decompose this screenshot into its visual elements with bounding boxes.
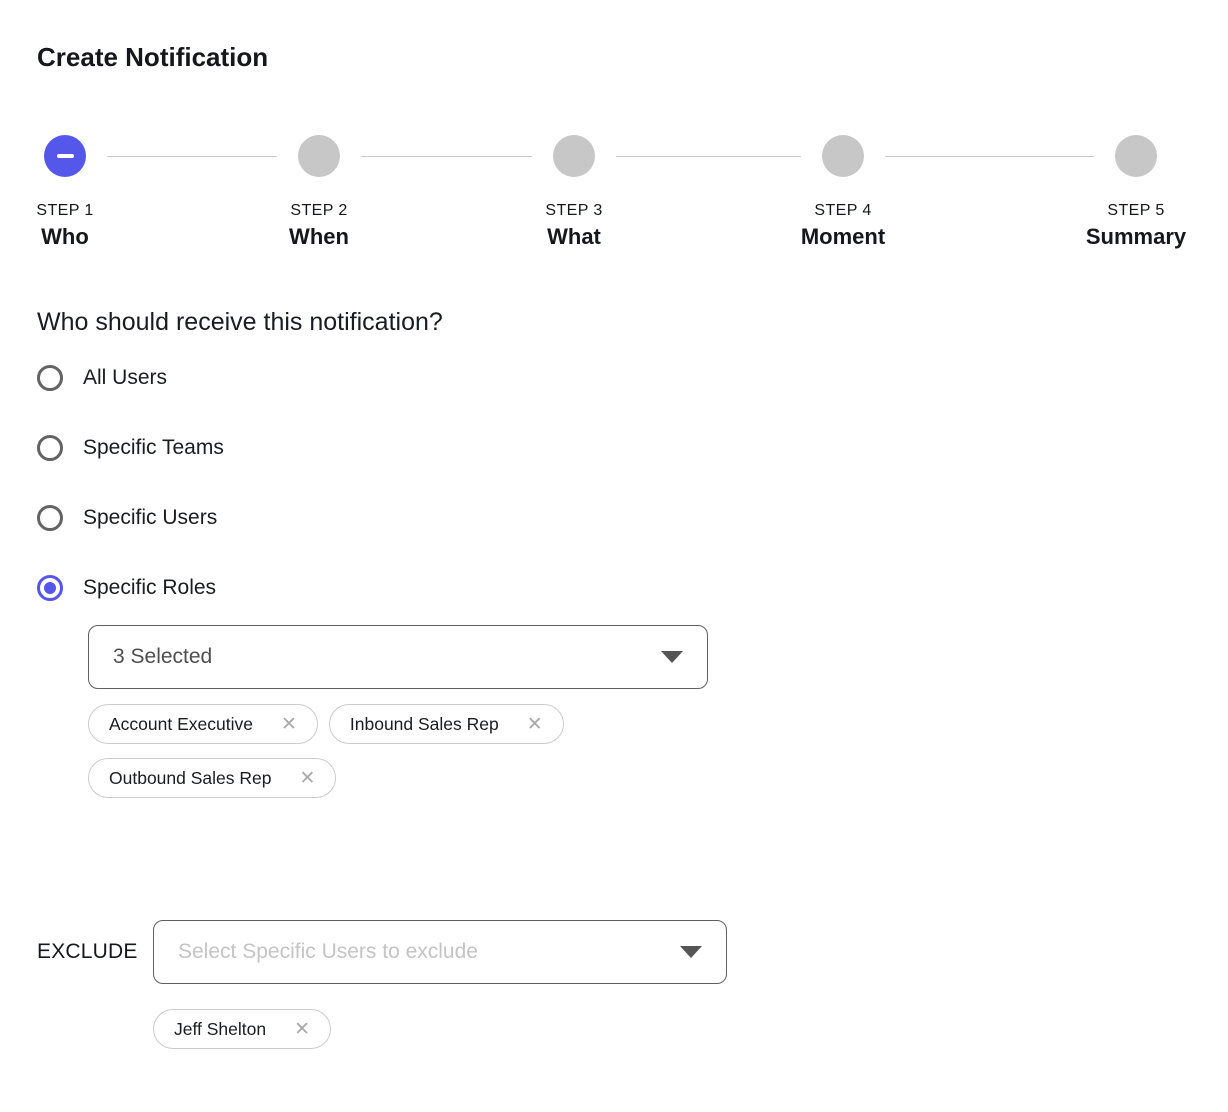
step-3-label: STEP 3 [545,202,602,220]
exclude-dropdown-placeholder: Select Specific Users to exclude [178,940,478,964]
step-5-name: Summary [1086,224,1186,250]
radio-specific-teams[interactable]: Specific Teams [37,435,1198,461]
radio-dot [44,372,56,384]
step-4-label: STEP 4 [814,202,871,220]
radio-specific-users[interactable]: Specific Users [37,505,1198,531]
selected-roles-chips: Account Executive ✕ Inbound Sales Rep ✕ … [88,704,718,798]
radio-label: Specific Teams [83,436,224,460]
step-connector [885,156,1094,157]
radio-button-icon[interactable] [37,505,63,531]
remove-icon[interactable]: ✕ [281,715,297,734]
step-4-name: Moment [801,224,885,250]
chip-label: Inbound Sales Rep [350,714,499,735]
page-title: Create Notification [37,42,1198,73]
remove-icon[interactable]: ✕ [299,769,315,788]
caret-down-icon[interactable] [661,651,683,663]
radio-dot [44,442,56,454]
roles-multiselect-dropdown[interactable]: 3 Selected [88,625,708,689]
radio-button-icon[interactable] [37,365,63,391]
chip-label: Outbound Sales Rep [109,768,271,789]
recipient-type-radio-group: All Users Specific Teams Specific Users … [37,365,1198,601]
radio-specific-roles[interactable]: Specific Roles [37,575,1198,601]
wizard-stepper: STEP 1 Who STEP 2 When STEP 3 What STEP … [37,135,1197,257]
radio-label: Specific Roles [83,576,216,600]
radio-dot [44,512,56,524]
step-2-indicator[interactable] [298,135,340,177]
radio-all-users[interactable]: All Users [37,365,1198,391]
radio-label: All Users [83,366,167,390]
step-1-name: Who [41,224,89,250]
step-5-indicator[interactable] [1115,135,1157,177]
step-2-label: STEP 2 [290,202,347,220]
radio-button-icon[interactable] [37,435,63,461]
step-connector [616,156,801,157]
exclude-label: EXCLUDE [37,940,153,964]
step-1-label: STEP 1 [36,202,93,220]
exclude-section: EXCLUDE Select Specific Users to exclude [37,920,1198,984]
chip-label: Jeff Shelton [174,1019,266,1040]
role-chip[interactable]: Outbound Sales Rep ✕ [88,758,336,798]
step-4-indicator[interactable] [822,135,864,177]
step-1-indicator[interactable] [44,135,86,177]
role-chip[interactable]: Inbound Sales Rep ✕ [329,704,564,744]
excluded-user-chip[interactable]: Jeff Shelton ✕ [153,1009,331,1049]
step-3-indicator[interactable] [553,135,595,177]
step-2-name: When [289,224,349,250]
create-notification-page: Create Notification STEP 1 Who STEP 2 Wh… [0,0,1228,1112]
caret-down-icon[interactable] [680,946,702,958]
radio-button-icon[interactable] [37,575,63,601]
specific-roles-section: 3 Selected Account Executive ✕ Inbound S… [88,625,1198,798]
exclude-users-dropdown[interactable]: Select Specific Users to exclude [153,920,727,984]
roles-dropdown-value: 3 Selected [113,645,212,669]
radio-dot [44,582,56,594]
role-chip[interactable]: Account Executive ✕ [88,704,318,744]
step-3-name: What [547,224,601,250]
remove-icon[interactable]: ✕ [527,715,543,734]
chip-label: Account Executive [109,714,253,735]
excluded-users-chips: Jeff Shelton ✕ [153,1009,1198,1049]
recipients-question: Who should receive this notification? [37,307,1198,337]
active-step-dash-icon [57,154,74,158]
remove-icon[interactable]: ✕ [294,1020,310,1039]
radio-label: Specific Users [83,506,217,530]
step-5-label: STEP 5 [1107,202,1164,220]
step-connector [107,156,277,157]
step-connector [361,156,532,157]
